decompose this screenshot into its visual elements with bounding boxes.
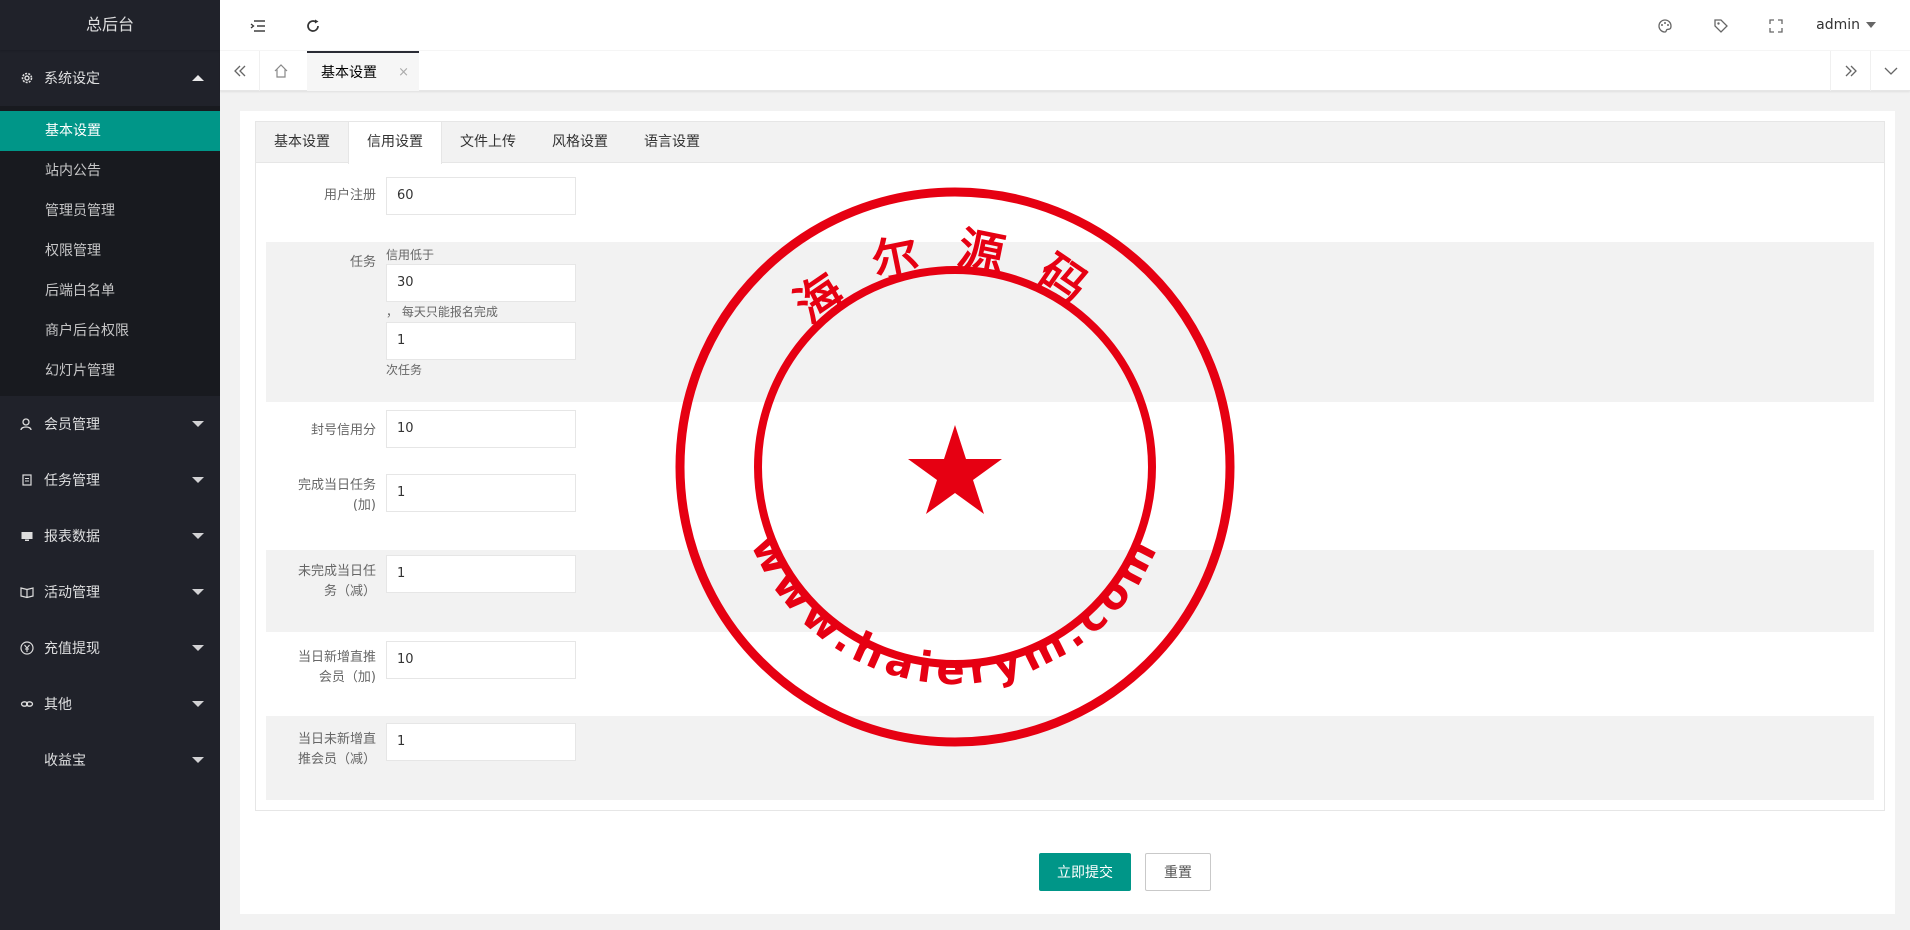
monitor-icon <box>20 529 34 543</box>
daily-task-count-input[interactable]: 1 <box>386 322 576 360</box>
chevron-down-icon <box>192 701 204 707</box>
link-icon <box>20 697 34 711</box>
nav-earnings-treasure[interactable]: 收益宝 <box>0 732 220 788</box>
label-task: 任务 <box>349 255 376 270</box>
home-icon[interactable] <box>261 51 301 91</box>
document-icon <box>20 473 34 487</box>
sidebar-item-merchant-permissions[interactable]: 商户后台权限 <box>0 311 220 351</box>
task-hint-middle: ， 每天只能报名完成 <box>386 305 498 319</box>
top-header: admin <box>220 0 1910 51</box>
nav-label: 充值提现 <box>44 641 100 657</box>
page-tabs-bar: 基本设置 × <box>220 51 1910 91</box>
palette-icon[interactable] <box>1645 0 1685 51</box>
reset-button[interactable]: 重置 <box>1145 853 1211 891</box>
user-register-input[interactable]: 60 <box>386 177 576 215</box>
chevron-down-icon <box>192 533 204 539</box>
label-incomplete-daily-2: 务（减） <box>323 584 376 599</box>
chevron-down-icon <box>192 589 204 595</box>
label-complete-daily-1: 完成当日任务 <box>297 478 376 493</box>
credit-threshold-input[interactable]: 30 <box>386 264 576 302</box>
caret-down-icon <box>1866 22 1876 28</box>
chevron-down-icon <box>192 645 204 651</box>
label-new-referral-1: 当日新增直推 <box>297 650 376 665</box>
no-new-referral-input[interactable]: 1 <box>386 723 576 761</box>
menu-toggle-icon[interactable] <box>238 0 278 51</box>
nav-report-data[interactable]: 报表数据 <box>0 508 220 564</box>
refresh-icon[interactable] <box>293 0 333 51</box>
sidebar-item-basic-settings[interactable]: 基本设置 <box>0 111 220 151</box>
nav-label: 会员管理 <box>44 417 100 433</box>
fullscreen-icon[interactable] <box>1756 0 1796 51</box>
nav-member-management[interactable]: 会员管理 <box>0 396 220 452</box>
sidebar-logo: 总后台 <box>0 0 220 50</box>
sidebar-item-announcements[interactable]: 站内公告 <box>0 151 220 191</box>
settings-tab-card: 基本设置 信用设置 文件上传 风格设置 语言设置 用户注册 60 任务 信用低于… <box>255 121 1885 811</box>
nav-label: 系统设定 <box>44 71 100 87</box>
task-hint-after: 次任务 <box>386 363 423 377</box>
username: admin <box>1816 17 1860 33</box>
form-row-task: 任务 信用低于 30 ， 每天只能报名完成 1 次任务 <box>266 242 1874 402</box>
label-no-new-referral-1: 当日未新增直 <box>297 732 376 747</box>
sidebar-item-slideshow[interactable]: 幻灯片管理 <box>0 351 220 391</box>
form-row-incomplete-daily: 未完成当日任 务（减） 1 <box>266 550 1874 632</box>
tab-credit-settings[interactable]: 信用设置 <box>348 122 442 164</box>
complete-daily-input[interactable]: 1 <box>386 474 576 512</box>
ban-credit-input[interactable]: 10 <box>386 410 576 448</box>
nav-other[interactable]: 其他 <box>0 676 220 732</box>
label-ban-credit: 封号信用分 <box>310 423 376 438</box>
user-icon <box>20 417 34 431</box>
task-hint-before: 信用低于 <box>386 248 435 262</box>
book-icon <box>20 585 34 599</box>
tab-language-settings[interactable]: 语言设置 <box>626 122 718 163</box>
sidebar-item-whitelist[interactable]: 后端白名单 <box>0 271 220 311</box>
submenu-system: 基本设置 站内公告 管理员管理 权限管理 后端白名单 商户后台权限 幻灯片管理 <box>0 106 220 396</box>
tabs-scroll-left-icon[interactable] <box>220 51 260 91</box>
nav-group-system: 系统设定 基本设置 站内公告 管理员管理 权限管理 后端白名单 商户后台权限 幻… <box>0 50 220 396</box>
chevron-down-icon <box>192 757 204 763</box>
label-user-register: 用户注册 <box>323 188 376 203</box>
yen-icon <box>20 641 34 655</box>
chevron-down-icon <box>192 477 204 483</box>
user-menu[interactable]: admin <box>1816 0 1876 51</box>
form-row-new-referral: 当日新增直推 会员（加) 10 <box>266 634 1874 714</box>
nav-label: 收益宝 <box>44 753 86 769</box>
nav-activity-management[interactable]: 活动管理 <box>0 564 220 620</box>
chevron-up-icon <box>192 75 204 81</box>
nav-label: 其他 <box>44 697 72 713</box>
nav-label: 报表数据 <box>44 529 100 545</box>
tabs-dropdown-icon[interactable] <box>1870 51 1910 91</box>
settings-tabs: 基本设置 信用设置 文件上传 风格设置 语言设置 <box>256 122 1884 164</box>
nav-label: 活动管理 <box>44 585 100 601</box>
nav-label: 任务管理 <box>44 473 100 489</box>
incomplete-daily-input[interactable]: 1 <box>386 555 576 593</box>
form-row-user-register: 用户注册 60 <box>266 177 1874 225</box>
sidebar-item-admin-management[interactable]: 管理员管理 <box>0 191 220 231</box>
nav-task-management[interactable]: 任务管理 <box>0 452 220 508</box>
form-row-no-new-referral: 当日未新增直 推会员（减） 1 <box>266 716 1874 800</box>
new-referral-input[interactable]: 10 <box>386 641 576 679</box>
label-incomplete-daily-1: 未完成当日任 <box>297 564 376 579</box>
tabs-scroll-right-icon[interactable] <box>1830 51 1870 91</box>
label-no-new-referral-2: 推会员（减） <box>297 752 376 767</box>
chevron-down-icon <box>192 421 204 427</box>
blank-icon <box>20 753 34 767</box>
page-tab-basic-settings[interactable]: 基本设置 × <box>307 51 419 91</box>
label-complete-daily-2: (加) <box>352 498 376 513</box>
page-tab-label: 基本设置 <box>321 65 377 81</box>
close-icon[interactable]: × <box>398 65 409 80</box>
form-row-ban-credit: 封号信用分 10 <box>266 410 1874 458</box>
nav-system-settings[interactable]: 系统设定 <box>0 50 220 106</box>
tab-basic-settings[interactable]: 基本设置 <box>256 122 348 163</box>
label-new-referral-2: 会员（加) <box>318 670 376 685</box>
sidebar-item-permissions[interactable]: 权限管理 <box>0 231 220 271</box>
tab-file-upload[interactable]: 文件上传 <box>442 122 534 163</box>
main-content: 基本设置 信用设置 文件上传 风格设置 语言设置 用户注册 60 任务 信用低于… <box>240 111 1895 914</box>
form-row-complete-daily: 完成当日任务 (加) 1 <box>266 474 1874 534</box>
tab-style-settings[interactable]: 风格设置 <box>534 122 626 163</box>
tag-icon[interactable] <box>1701 0 1741 51</box>
gear-icon <box>20 71 34 85</box>
submit-button[interactable]: 立即提交 <box>1039 853 1131 891</box>
sidebar: 总后台 系统设定 基本设置 站内公告 管理员管理 权限管理 后端白名单 商户后台… <box>0 0 220 930</box>
nav-recharge-withdraw[interactable]: 充值提现 <box>0 620 220 676</box>
